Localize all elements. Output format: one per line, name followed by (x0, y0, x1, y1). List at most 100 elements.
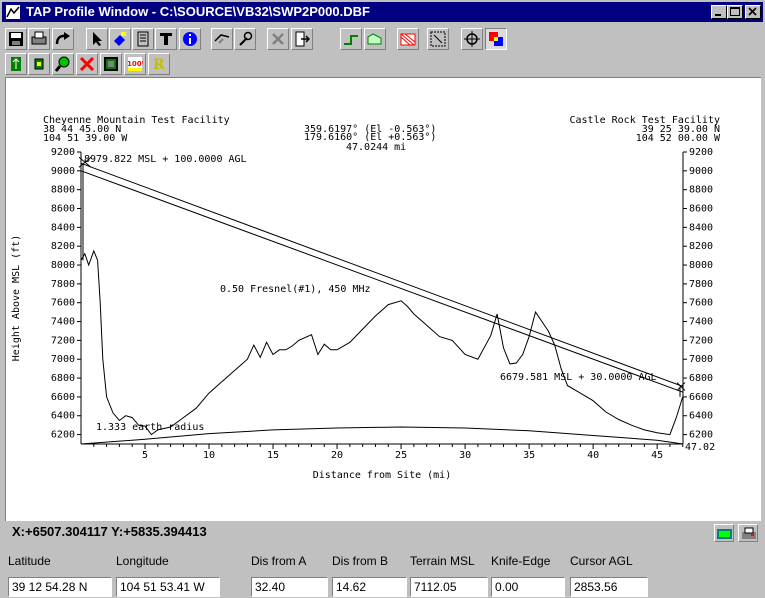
color-palette-button[interactable] (485, 28, 507, 50)
y-tick-label: 6800 (51, 373, 75, 384)
window-title: TAP Profile Window - C:\SOURCE\VB32\SWP2… (26, 4, 370, 19)
y-tick-label: 7400 (51, 317, 75, 328)
y-tick-label-right: 9200 (689, 147, 713, 158)
magnify-icon (55, 56, 70, 72)
y-tick-label-right: 7200 (689, 335, 713, 346)
info-icon (183, 32, 197, 46)
y-tick-label: 7600 (51, 298, 75, 309)
yellow-r-icon: R (153, 57, 165, 72)
status-field-value: 2853.56 (570, 577, 648, 597)
hatch-icon (400, 33, 416, 46)
maximize-icon (730, 7, 740, 16)
status-field-label: Dis from A (251, 554, 307, 568)
map-button[interactable] (100, 53, 122, 75)
close-button[interactable] (745, 5, 761, 19)
status-field-label: Terrain MSL (410, 554, 475, 568)
fill-button[interactable] (109, 28, 131, 50)
y-tick-label-right: 6200 (689, 430, 713, 441)
exit-button[interactable] (291, 28, 313, 50)
y-tick-label-right: 6800 (689, 373, 713, 384)
status-field-value: 39 12 54.28 N (8, 577, 112, 597)
earth-radius-label: 1.333 earth radius (96, 422, 204, 433)
tool-icon (239, 31, 253, 46)
y-axis-title: Height Above MSL (ft) (11, 235, 22, 361)
info-button[interactable] (179, 28, 201, 50)
status-field-knife-edge: Knife-Edge 0.00 (491, 554, 565, 598)
green-profile-button[interactable] (340, 28, 362, 50)
magnify-button[interactable] (52, 53, 74, 75)
y-tick-label-right: 6600 (689, 392, 713, 403)
redo-button[interactable] (52, 28, 74, 50)
y-tick-label-right: 6400 (689, 411, 713, 422)
zoom-100-button[interactable]: 100% (124, 53, 146, 75)
status-field-latitude: Latitude 39 12 54.28 N (8, 554, 112, 598)
tool-button[interactable] (234, 28, 256, 50)
y-tick-label-right: 8800 (689, 185, 713, 196)
y-tick-label: 6600 (51, 392, 75, 403)
status-field-terrain-msl: Terrain MSL 7112.05 (410, 554, 488, 598)
zoom-100-icon: 100% (127, 57, 143, 71)
maximize-button[interactable] (727, 5, 743, 19)
minimize-icon (715, 14, 721, 16)
text-tool-button[interactable] (155, 28, 177, 50)
profile-window: TAP Profile Window - C:\SOURCE\VB32\SWP2… (0, 0, 765, 598)
x-tick-label: 45 (651, 450, 663, 461)
area-button[interactable] (364, 28, 386, 50)
status-field-value: 7112.05 (410, 577, 488, 597)
status-field-value: 0.00 (491, 577, 565, 597)
profile-chart[interactable]: 6200 6200 6400 6400 6600 6600 6800 6800 7000 7000… (6, 78, 761, 521)
red-x-button[interactable] (76, 53, 98, 75)
print-button[interactable] (28, 28, 50, 50)
zoom-box-button[interactable] (427, 28, 449, 50)
save-button[interactable] (5, 28, 27, 50)
save-icon (9, 32, 23, 46)
x-axis-title: Distance from Site (mi) (313, 470, 451, 481)
profile-plot[interactable]: 6200 6200 6400 6400 6600 6600 6800 6800 7000 7000… (5, 77, 761, 521)
green-site-button[interactable] (5, 53, 27, 75)
status-field-label: Longitude (116, 554, 169, 568)
cursor-coordinates: X:+6507.304117 Y:+5835.394413 (12, 524, 207, 539)
y-tick-label-right: 7600 (689, 298, 713, 309)
svg-text:R: R (153, 57, 165, 72)
view-map-button[interactable] (714, 524, 734, 542)
area-icon (367, 33, 382, 45)
printer-icon (742, 527, 756, 539)
secondary-toolbar: 100% R (2, 51, 763, 76)
x-tick-label: 5 (142, 450, 148, 461)
red-x-icon (79, 56, 95, 72)
y-tick-label: 9000 (51, 166, 75, 177)
measure-button[interactable] (211, 28, 233, 50)
measure-icon (214, 34, 230, 44)
y-tick-label-right: 8600 (689, 204, 713, 215)
status-field-label: Dis from B (332, 554, 389, 568)
small-site-button[interactable] (28, 53, 50, 75)
pointer-button[interactable] (86, 28, 108, 50)
minimize-button[interactable] (711, 5, 727, 19)
fresnel-label: 0.50 Fresnel(#1), 450 MHz (220, 284, 371, 295)
yellow-r-button[interactable]: R (148, 53, 170, 75)
y-tick-label: 6400 (51, 411, 75, 422)
print-plot-button[interactable] (738, 524, 758, 542)
x-tick-label: 40 (587, 450, 599, 461)
status-field-label: Latitude (8, 554, 51, 568)
x-tick-label: 20 (331, 450, 343, 461)
close-icon (748, 7, 757, 16)
y-tick-label: 7200 (51, 335, 75, 346)
site-b-lon: 104 52 00.00 W (636, 133, 721, 144)
y-tick-label: 6200 (51, 430, 75, 441)
status-field-label: Knife-Edge (491, 554, 551, 568)
status-field-dis-from-a: Dis from A 32.40 (251, 554, 328, 598)
y-tick-label-right: 7000 (689, 354, 713, 365)
terrain-line (80, 249, 684, 436)
map-icon (104, 57, 118, 71)
delete-button[interactable] (267, 28, 289, 50)
app-icon[interactable] (5, 4, 21, 20)
title-bar[interactable]: TAP Profile Window - C:\SOURCE\VB32\SWP2… (2, 2, 763, 22)
hatch-button[interactable] (397, 28, 419, 50)
direct-path-line (80, 162, 684, 387)
crosshair-button[interactable] (461, 28, 483, 50)
document-icon (137, 31, 149, 47)
document-button[interactable] (132, 28, 154, 50)
y-tick-label-right: 9000 (689, 166, 713, 177)
green-profile-icon (344, 35, 358, 45)
